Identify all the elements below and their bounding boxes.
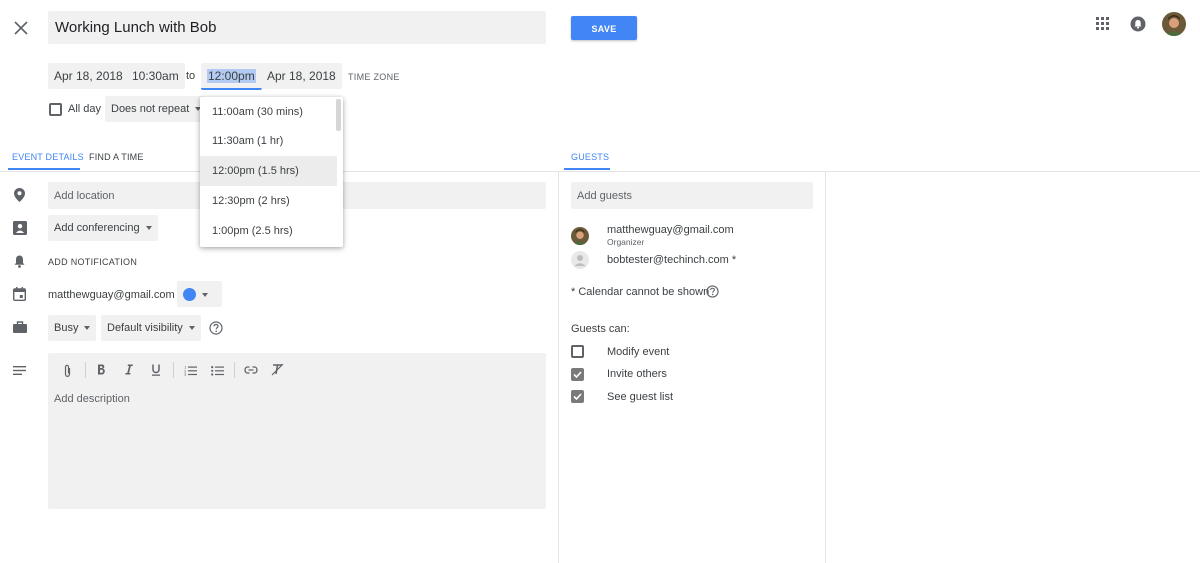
end-date-text: Apr 18, 2018 xyxy=(267,69,336,83)
toolbar-separator xyxy=(234,362,235,378)
visibility-select-label: Default visibility xyxy=(107,322,183,334)
description-placeholder: Add description xyxy=(54,393,130,405)
avatar xyxy=(571,251,589,269)
help-icon[interactable] xyxy=(209,321,223,335)
conferencing-icon xyxy=(13,221,27,235)
time-option[interactable]: 12:30pm (2 hrs) xyxy=(200,186,337,216)
start-time-text: 10:30am xyxy=(132,69,179,83)
bulleted-list-icon[interactable] xyxy=(211,365,224,376)
calendar-owner: matthewguay@gmail.com xyxy=(48,289,175,301)
help-icon[interactable] xyxy=(706,285,719,298)
bell-icon xyxy=(14,255,25,268)
add-notification-button[interactable]: ADD NOTIFICATION xyxy=(48,257,137,267)
start-date-text: Apr 18, 2018 xyxy=(54,69,123,83)
attach-icon[interactable] xyxy=(63,364,72,378)
add-guests-input[interactable]: Add guests xyxy=(571,182,813,209)
italic-icon[interactable] xyxy=(125,364,133,375)
numbered-list-icon[interactable]: 123 xyxy=(184,365,197,376)
svg-text:3: 3 xyxy=(184,372,187,376)
location-pin-icon xyxy=(14,188,25,202)
column-divider xyxy=(558,171,559,563)
guest-email: matthewguay@gmail.com xyxy=(607,224,734,236)
invite-others-checkbox[interactable] xyxy=(571,368,584,381)
end-date-chip[interactable]: Apr 18, 2018 xyxy=(261,63,342,89)
toolbar-separator xyxy=(173,362,174,378)
chevron-down-icon xyxy=(188,326,195,331)
description-lines-icon xyxy=(13,366,26,375)
calendar-color-dot xyxy=(183,288,196,302)
see-guest-list-checkbox[interactable] xyxy=(571,390,584,403)
time-option[interactable]: 11:00am (30 mins) xyxy=(200,97,337,127)
location-placeholder: Add location xyxy=(54,190,115,202)
repeat-select[interactable]: Does not repeat xyxy=(105,96,205,122)
chevron-down-icon xyxy=(202,292,208,297)
tab-guests[interactable]: GUESTS xyxy=(571,152,609,162)
underline-icon[interactable] xyxy=(151,364,161,376)
description-editor[interactable]: 123 Add description xyxy=(48,353,546,509)
calendar-color-select[interactable] xyxy=(177,281,222,307)
see-guest-list-label: See guest list xyxy=(607,391,674,403)
chevron-down-icon xyxy=(145,226,152,231)
conferencing-select-label: Add conferencing xyxy=(54,222,140,234)
tab-event-details[interactable]: EVENT DETAILS xyxy=(12,152,84,162)
visibility-select[interactable]: Default visibility xyxy=(101,315,201,341)
time-zone-button[interactable]: TIME ZONE xyxy=(348,72,400,82)
time-option[interactable]: 11:30am (1 hr) xyxy=(200,126,337,156)
tabs-divider xyxy=(0,171,1200,172)
to-label: to xyxy=(186,70,196,82)
dropdown-scrollbar[interactable] xyxy=(336,99,341,131)
tab-find-a-time[interactable]: FIND A TIME xyxy=(89,152,144,162)
end-time-dropdown: 11:00am (30 mins) 11:30am (1 hr) 12:00pm… xyxy=(200,97,343,247)
all-day-checkbox[interactable] xyxy=(49,103,62,116)
calendar-note: * Calendar cannot be shown xyxy=(571,286,710,298)
save-button[interactable]: SAVE xyxy=(571,16,637,40)
guest-email: bobtester@techinch.com * xyxy=(607,254,737,266)
notifications-icon[interactable] xyxy=(1130,16,1146,32)
invite-others-label: Invite others xyxy=(607,368,667,380)
modify-event-label: Modify event xyxy=(607,346,670,358)
time-option-selected[interactable]: 12:00pm (1.5 hrs) xyxy=(200,156,337,186)
guests-can-label: Guests can: xyxy=(571,323,630,335)
repeat-select-label: Does not repeat xyxy=(111,103,190,115)
close-icon[interactable] xyxy=(14,21,28,35)
clear-format-icon[interactable] xyxy=(271,364,284,376)
tab-event-details-underline xyxy=(8,168,80,170)
guests-column-divider xyxy=(825,171,826,563)
bold-icon[interactable] xyxy=(97,364,106,375)
avatar xyxy=(571,227,589,245)
guest-role: Organizer xyxy=(607,237,645,247)
chevron-down-icon xyxy=(84,326,91,331)
all-day-label: All day xyxy=(68,103,102,115)
link-icon[interactable] xyxy=(244,366,258,374)
event-title-field[interactable]: Working Lunch with Bob xyxy=(48,11,546,44)
start-date-chip[interactable]: Apr 18, 2018 xyxy=(48,63,129,89)
briefcase-icon xyxy=(13,321,27,333)
end-time-text: 12:00pm xyxy=(207,69,256,83)
end-time-field[interactable]: 12:00pm xyxy=(201,63,262,90)
tab-guests-underline xyxy=(564,168,610,170)
avatar[interactable] xyxy=(1162,12,1186,36)
event-title-text: Working Lunch with Bob xyxy=(55,19,217,36)
save-button-label: SAVE xyxy=(591,24,617,34)
calendar-icon xyxy=(13,287,26,301)
conferencing-select[interactable]: Add conferencing xyxy=(48,215,158,241)
apps-grid-icon[interactable] xyxy=(1096,17,1109,30)
modify-event-checkbox[interactable] xyxy=(571,345,584,358)
availability-select[interactable]: Busy xyxy=(48,315,97,341)
toolbar-separator xyxy=(85,362,86,378)
availability-select-label: Busy xyxy=(54,322,79,334)
add-guests-placeholder: Add guests xyxy=(577,190,633,202)
time-option[interactable]: 1:00pm (2.5 hrs) xyxy=(200,216,337,246)
start-time-chip[interactable]: 10:30am xyxy=(126,63,185,89)
